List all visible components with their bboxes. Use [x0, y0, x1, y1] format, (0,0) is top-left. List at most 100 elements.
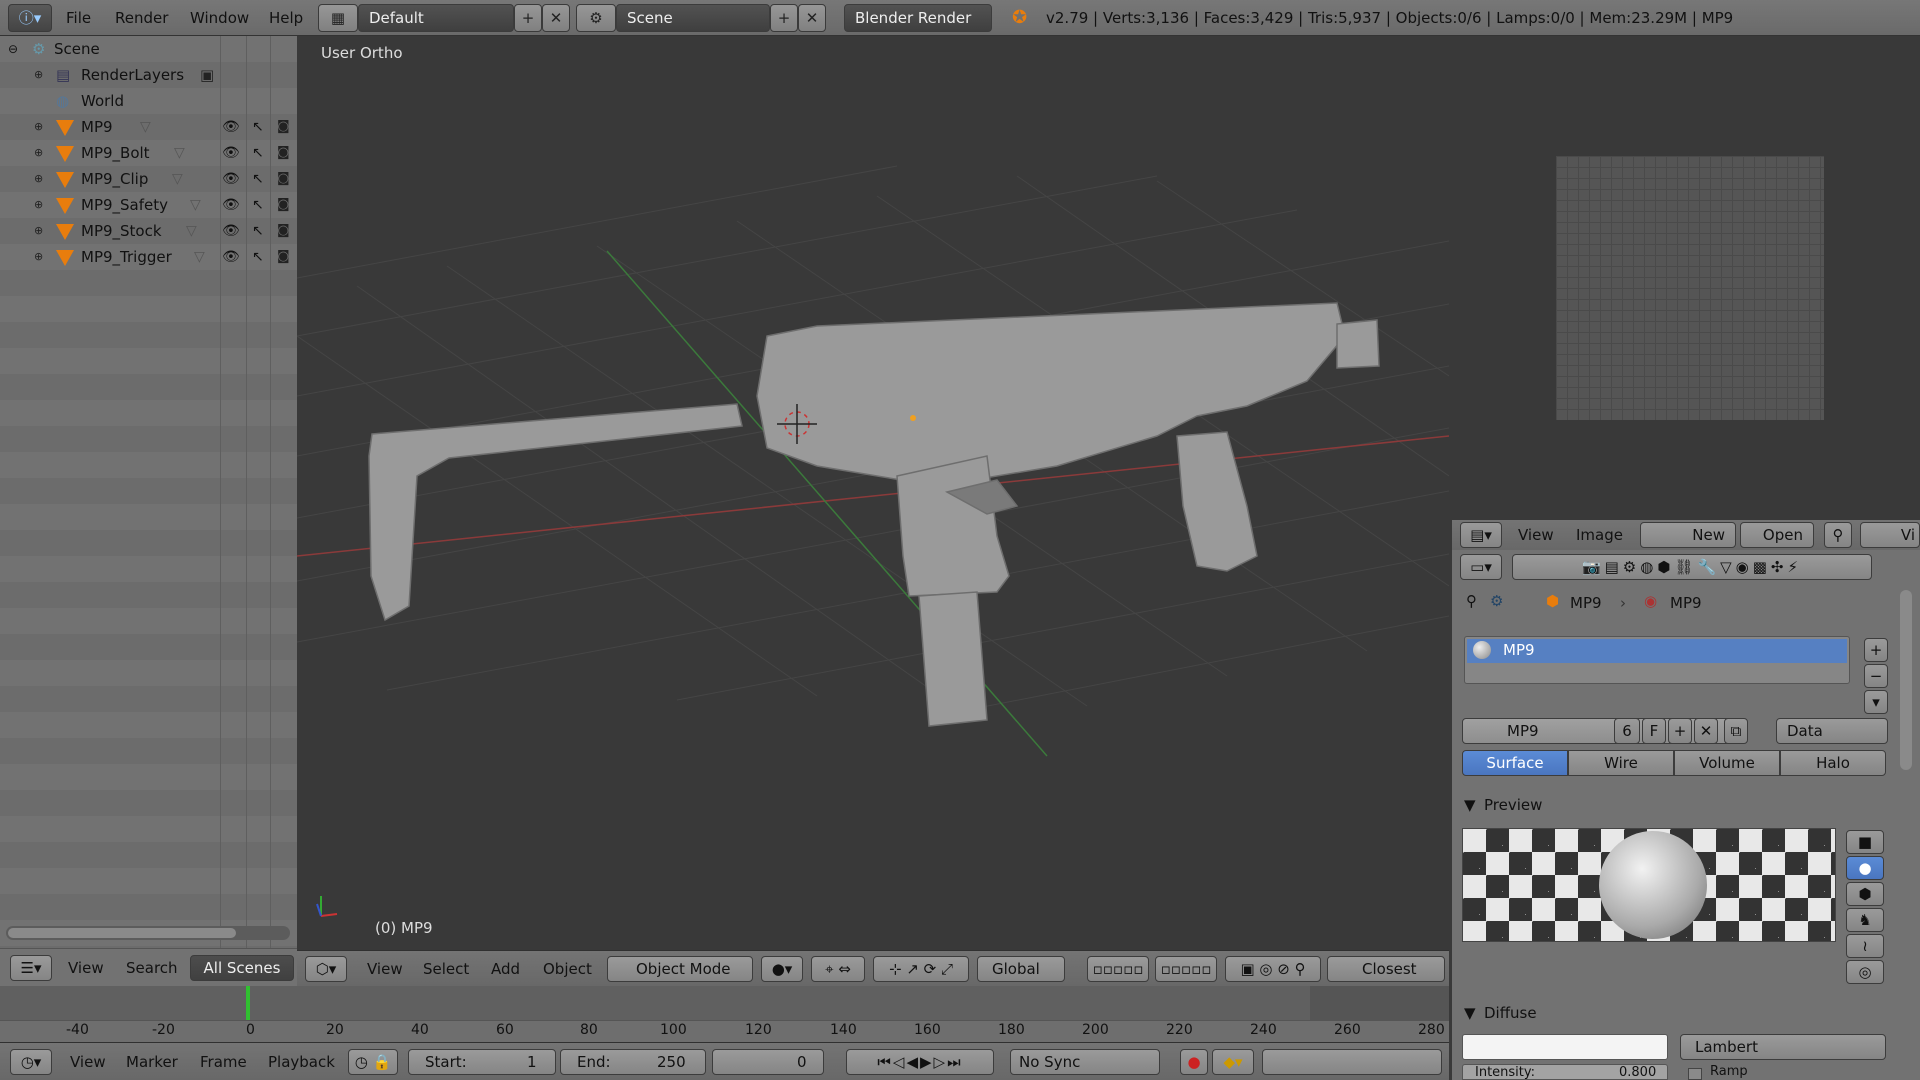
selectable-cursor-icon[interactable]: ↖: [252, 166, 264, 192]
proportional-snap-icons[interactable]: ▣ ◎ ⊘ ⚲: [1225, 956, 1321, 982]
visibility-eye-icon[interactable]: 👁: [222, 244, 240, 270]
mesh-data-icon[interactable]: ▽: [190, 192, 201, 218]
new-material-icon[interactable]: +: [1668, 718, 1692, 744]
timeline-view-menu[interactable]: View: [70, 1053, 106, 1071]
editor-type-icon[interactable]: ⬡▾: [305, 956, 347, 982]
3d-viewport[interactable]: User Ortho (0) MP9: [297, 36, 1449, 950]
visibility-eye-icon[interactable]: 👁: [222, 192, 240, 218]
expand-icon[interactable]: ⊕: [34, 140, 43, 166]
preview-cube-icon[interactable]: ⬢: [1846, 882, 1884, 906]
transform-orientation-selector[interactable]: Global: [977, 956, 1065, 982]
render-camera-icon[interactable]: ◙: [277, 244, 290, 270]
menu-help[interactable]: Help: [269, 9, 303, 27]
properties-context-tabs[interactable]: 📷▤⚙◍⬢⛓🔧▽◉▩✣⚡: [1512, 554, 1872, 580]
new-image-button[interactable]: New: [1640, 522, 1736, 548]
expand-icon[interactable]: ⊕: [34, 166, 43, 192]
tab-halo[interactable]: Halo: [1780, 750, 1886, 776]
visibility-eye-icon[interactable]: 👁: [222, 140, 240, 166]
preview-hair-icon[interactable]: ≀: [1846, 934, 1884, 958]
mesh-data-icon[interactable]: ▽: [140, 114, 151, 140]
object-mode-selector[interactable]: Object Mode: [607, 956, 753, 982]
render-camera-icon[interactable]: ◙: [277, 166, 290, 192]
pin-icon[interactable]: ⚲: [1466, 592, 1477, 610]
visibility-eye-icon[interactable]: 👁: [222, 166, 240, 192]
selectable-cursor-icon[interactable]: ↖: [252, 218, 264, 244]
tab-volume[interactable]: Volume: [1674, 750, 1780, 776]
manipulator-icons[interactable]: ⊹ ↗ ⟳ ⤢: [873, 956, 969, 982]
selectable-cursor-icon[interactable]: ↖: [252, 114, 264, 140]
preview-panel-title[interactable]: Preview: [1484, 796, 1542, 814]
menu-window[interactable]: Window: [190, 9, 249, 27]
visibility-eye-icon[interactable]: 👁: [222, 218, 240, 244]
mesh-data-icon[interactable]: ▽: [194, 244, 205, 270]
outliner-scrollbar[interactable]: [6, 926, 290, 940]
expand-icon[interactable]: ⊕: [34, 62, 43, 88]
material-slot-row[interactable]: MP9: [1467, 639, 1847, 663]
outliner-item-renderlayers[interactable]: ⊕ ▤ RenderLayers ▣: [0, 62, 297, 88]
playback-controls[interactable]: ⏮◁◀▶▷⏭: [846, 1049, 994, 1075]
image-editor[interactable]: [1452, 58, 1920, 520]
intensity-slider[interactable]: Intensity: 0.800: [1462, 1064, 1668, 1080]
viewport-object-menu[interactable]: Object: [543, 960, 592, 978]
menu-render[interactable]: Render: [115, 9, 168, 27]
end-frame-field[interactable]: End: 250: [560, 1049, 706, 1075]
start-frame-field[interactable]: Start: 1: [408, 1049, 556, 1075]
material-slot-list[interactable]: MP9: [1464, 636, 1850, 684]
timeline-marker-menu[interactable]: Marker: [126, 1053, 178, 1071]
link-selector[interactable]: Data: [1776, 718, 1888, 744]
pivot-point-icon[interactable]: ⌖ ⇔: [811, 956, 865, 982]
timeline-playback-menu[interactable]: Playback: [268, 1053, 335, 1071]
render-camera-icon[interactable]: ◙: [277, 218, 290, 244]
open-image-button[interactable]: Open: [1740, 522, 1814, 548]
selectable-cursor-icon[interactable]: ↖: [252, 140, 264, 166]
image-image-menu[interactable]: Image: [1576, 526, 1623, 544]
diffuse-color-swatch[interactable]: [1462, 1034, 1668, 1060]
shading-mode-icon[interactable]: ●▾: [761, 956, 803, 982]
render-engine-selector[interactable]: Blender Render: [844, 4, 992, 32]
breadcrumb-object[interactable]: MP9: [1570, 594, 1602, 612]
editor-type-icon[interactable]: ▤▾: [1460, 522, 1502, 548]
expand-icon[interactable]: ⊕: [34, 192, 43, 218]
render-camera-icon[interactable]: ◙: [277, 140, 290, 166]
render-camera-icon[interactable]: ◙: [277, 192, 290, 218]
display-mode-selector[interactable]: All Scenes: [190, 955, 294, 981]
mesh-data-icon[interactable]: ▽: [174, 140, 185, 166]
scene-selector[interactable]: Scene: [616, 4, 770, 32]
layer-buttons-2[interactable]: ▫▫▫▫▫: [1155, 956, 1217, 982]
add-layout-icon[interactable]: +: [514, 4, 542, 32]
remove-scene-icon[interactable]: ✕: [798, 4, 826, 32]
info-editor-icon[interactable]: ⓘ▾: [8, 4, 52, 32]
outliner-item-mp9-trigger[interactable]: ⊕ MP9_Trigger ▽ 👁 ↖ ◙: [0, 244, 297, 270]
mesh-data-icon[interactable]: ▽: [172, 166, 183, 192]
scene-icon[interactable]: ⚙: [576, 4, 616, 32]
collapse-icon[interactable]: ⊖: [8, 36, 18, 62]
collapse-arrow-icon[interactable]: ▼: [1464, 796, 1476, 814]
diffuse-shader-selector[interactable]: Lambert: [1680, 1034, 1886, 1060]
record-icon[interactable]: ●: [1180, 1049, 1208, 1075]
viewport-select-menu[interactable]: Select: [423, 960, 469, 978]
expand-icon[interactable]: ⊕: [34, 244, 43, 270]
outliner-item-mp9-safety[interactable]: ⊕ MP9_Safety ▽ 👁 ↖ ◙: [0, 192, 297, 218]
viewport-add-menu[interactable]: Add: [491, 960, 520, 978]
tab-wire[interactable]: Wire: [1568, 750, 1674, 776]
outliner-item-mp9[interactable]: ⊕ MP9 ▽ 👁 ↖ ◙: [0, 114, 297, 140]
remove-slot-icon[interactable]: −: [1864, 664, 1888, 688]
properties-scrollbar[interactable]: [1900, 590, 1912, 770]
image-view-menu[interactable]: View: [1518, 526, 1554, 544]
add-scene-icon[interactable]: +: [770, 4, 798, 32]
timeline-frame-menu[interactable]: Frame: [200, 1053, 247, 1071]
preview-monkey-icon[interactable]: ♞: [1846, 908, 1884, 932]
outliner-item-mp9-bolt[interactable]: ⊕ MP9_Bolt ▽ 👁 ↖ ◙: [0, 140, 297, 166]
material-users-count[interactable]: 6: [1614, 718, 1640, 744]
preview-sphere-icon[interactable]: ●: [1846, 856, 1884, 880]
editor-type-icon[interactable]: ◷▾: [10, 1049, 52, 1075]
tab-surface[interactable]: Surface: [1462, 750, 1568, 776]
preview-world-icon[interactable]: ◎: [1846, 960, 1884, 984]
breadcrumb-material[interactable]: MP9: [1670, 594, 1702, 612]
fake-user-button[interactable]: F: [1642, 718, 1666, 744]
slot-menu-icon[interactable]: ▾: [1864, 690, 1888, 714]
keying-icons[interactable]: ◷ 🔒: [348, 1049, 398, 1075]
layout-selector[interactable]: Default: [358, 4, 514, 32]
ramp-checkbox[interactable]: [1688, 1068, 1702, 1080]
screen-layout-icon[interactable]: ▦: [318, 4, 358, 32]
